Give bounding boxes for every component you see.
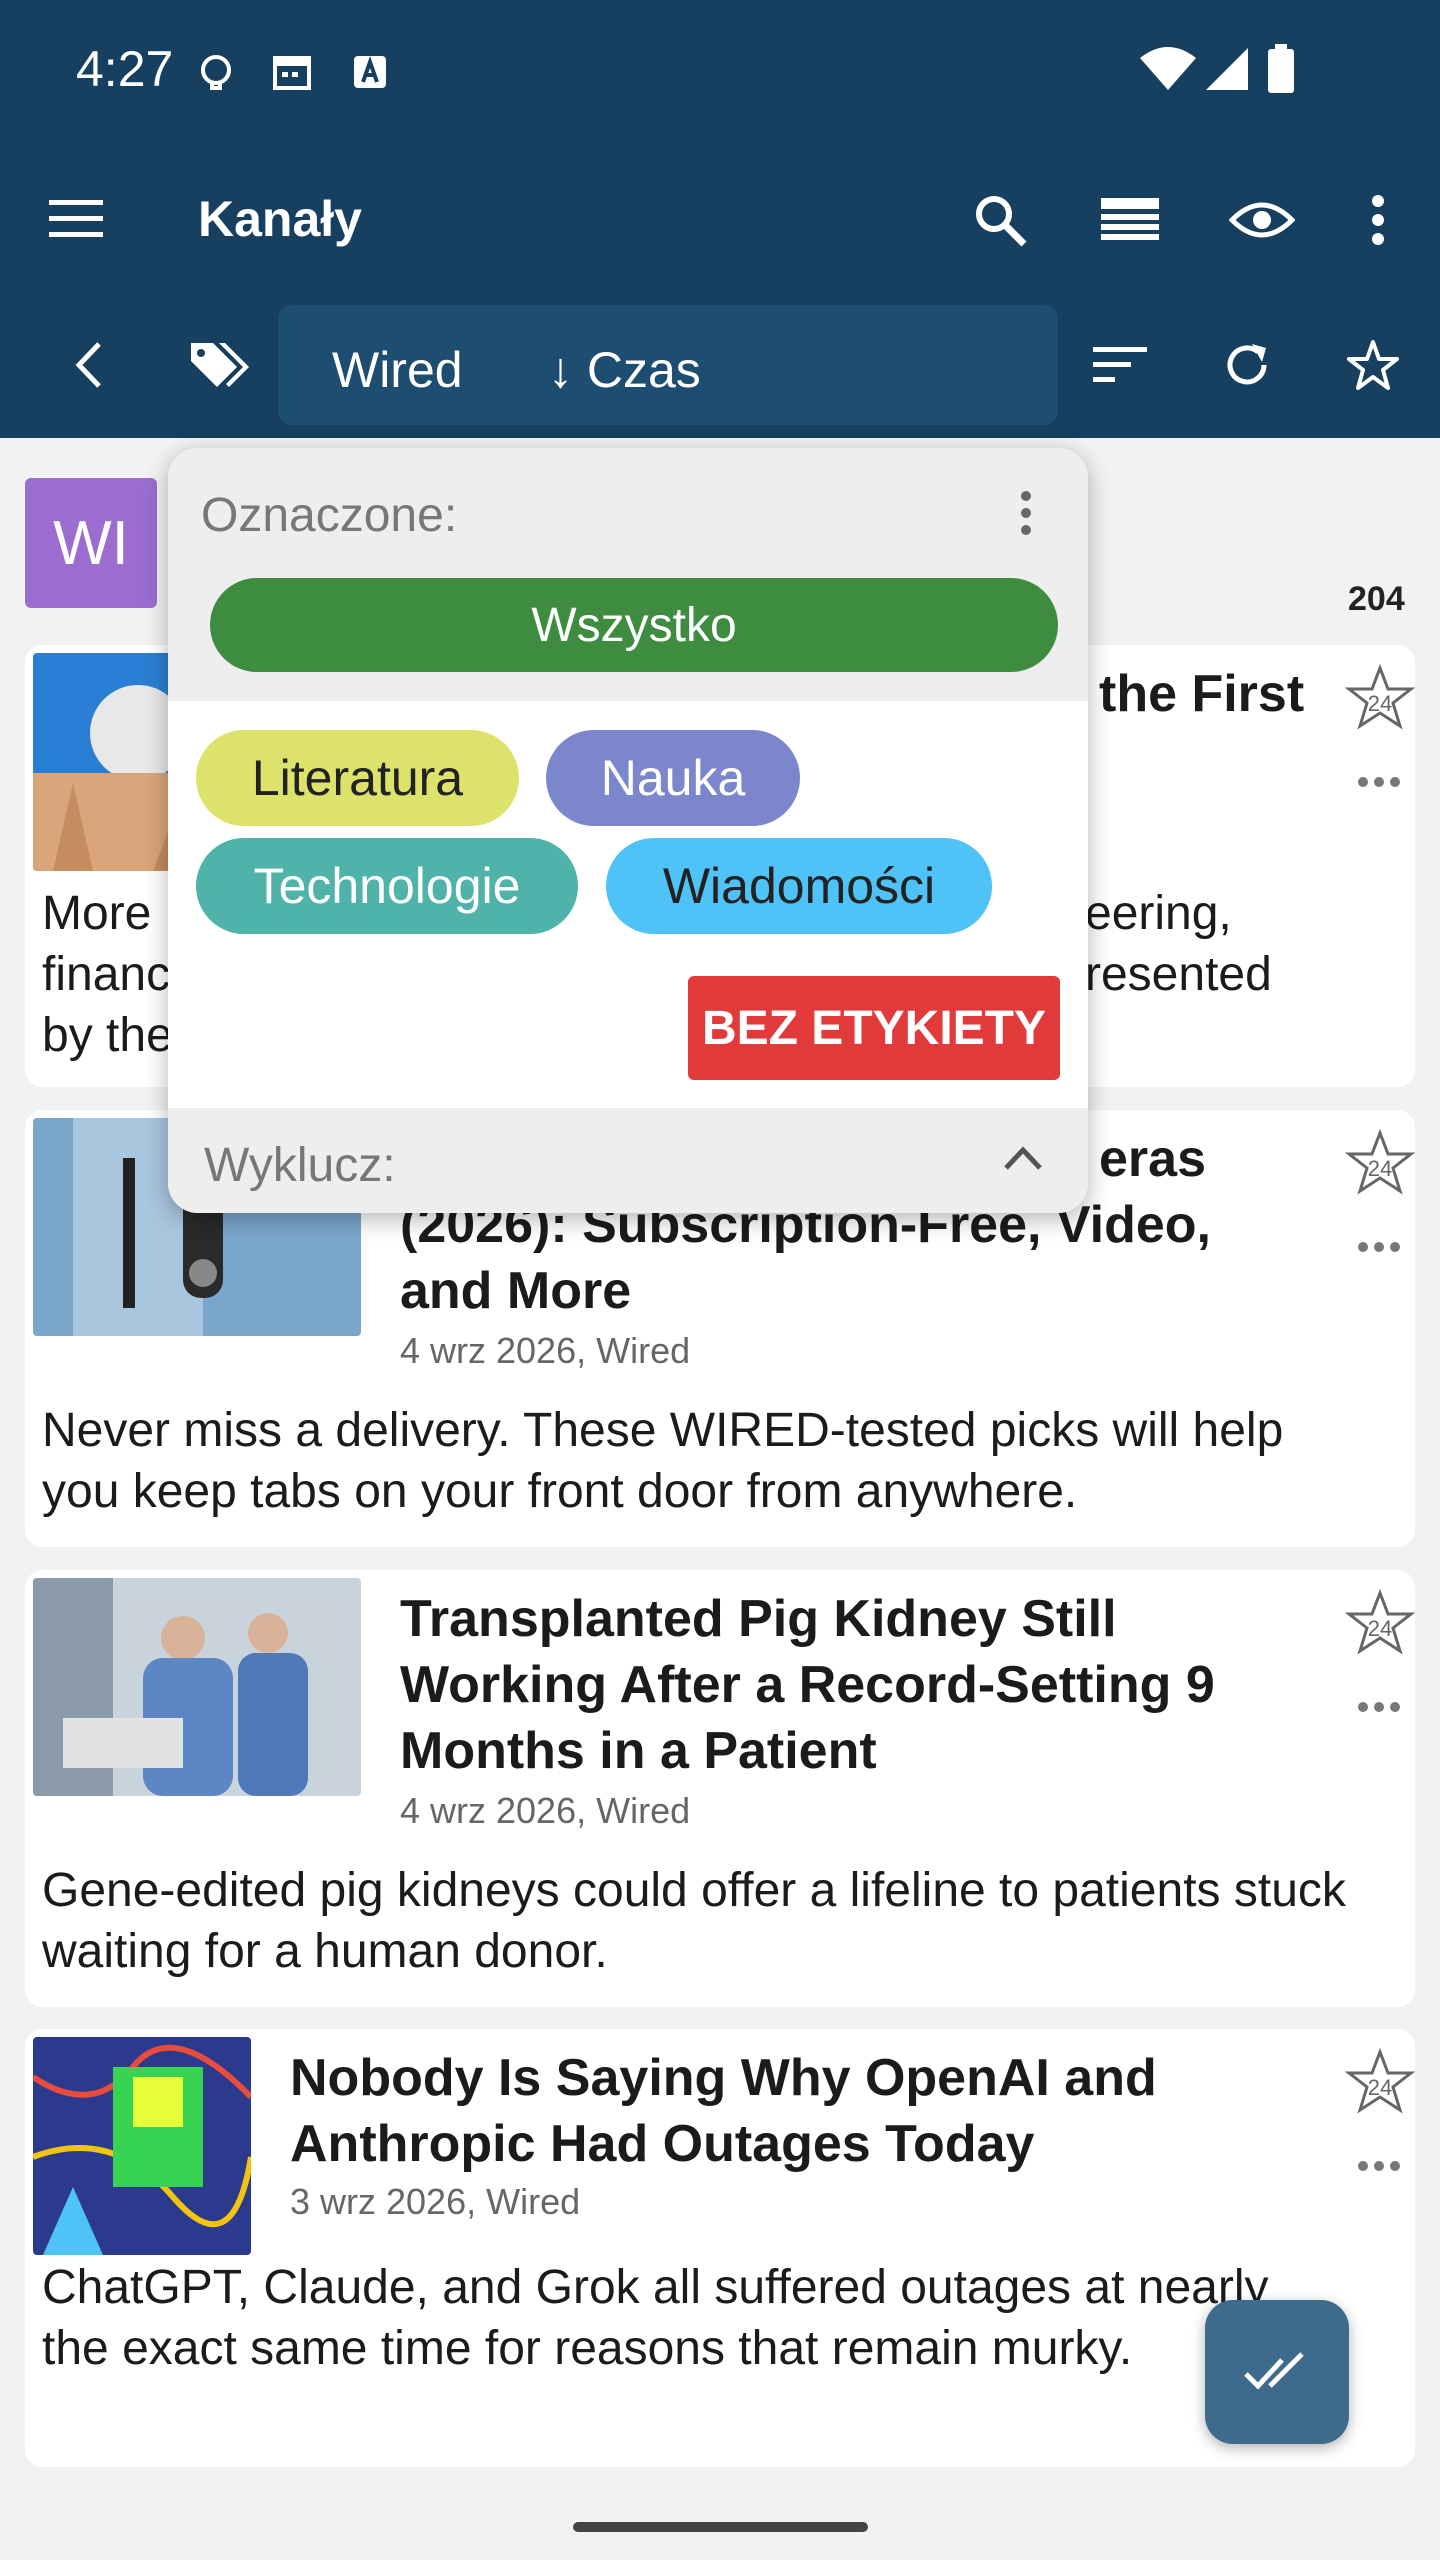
star-24h-icon[interactable]: 24 [1345, 1128, 1415, 1198]
article-meta: 3 wrz 2026, Wired [290, 2181, 581, 2222]
search-icon [976, 196, 1027, 247]
svg-text:24: 24 [1368, 691, 1392, 716]
mark-all-read-button[interactable] [1205, 2300, 1349, 2444]
signal-icon [1206, 48, 1248, 90]
svg-text:24: 24 [1368, 2075, 1392, 2100]
top-bar: 4:27 Kanały Wired ↓ Czas [0, 0, 1440, 438]
article-card[interactable]: Transplanted Pig Kidney Still Working Af… [25, 1570, 1415, 2007]
show-read-button[interactable] [1220, 180, 1304, 260]
done-all-icon [1244, 2352, 1304, 2390]
gesture-nav-handle[interactable] [573, 2522, 868, 2532]
svg-text:24: 24 [1368, 1156, 1392, 1181]
view-mode-button[interactable] [1090, 180, 1170, 260]
sort-icon [1093, 347, 1147, 382]
untagged-button[interactable]: BEZ ETYKIETY [688, 976, 1060, 1080]
article-summary: Never miss a delivery. These WIRED-teste… [42, 1404, 1284, 1518]
article-summary-right: eering, resented [1085, 883, 1375, 1005]
list-view-icon [1101, 198, 1159, 240]
article-thumbnail[interactable] [33, 2037, 251, 2255]
app-a-notification-icon [354, 55, 386, 88]
favorite-button[interactable] [1338, 330, 1408, 400]
overflow-menu-button[interactable] [1358, 180, 1398, 260]
sort-label: ↓ Czas [548, 342, 701, 398]
include-label: Oznaczone: [201, 489, 458, 542]
menu-button[interactable] [40, 182, 112, 254]
more-vert-icon [1372, 195, 1384, 245]
status-bar: 4:27 [0, 0, 1440, 145]
more-horiz-icon[interactable] [1357, 775, 1401, 789]
tag-filter-popup: Oznaczone: Wszystko Literatura Nauka Tec… [168, 448, 1088, 1213]
brain-notification-icon [201, 55, 231, 90]
more-horiz-icon[interactable] [1357, 1700, 1401, 1714]
more-horiz-icon[interactable] [1357, 2159, 1401, 2173]
summary-line: resented [1085, 948, 1272, 1001]
tags-icon [191, 343, 249, 387]
article-thumbnail[interactable] [33, 1578, 361, 1796]
exclude-label: Wyklucz: [204, 1139, 396, 1192]
page-title: Kanały [198, 191, 362, 247]
search-button[interactable] [960, 180, 1040, 260]
back-button[interactable] [58, 330, 118, 400]
battery-icon [1268, 44, 1294, 93]
eye-icon [1229, 202, 1295, 238]
sort-button[interactable] [1085, 330, 1155, 400]
star-24h-icon[interactable]: 24 [1345, 1588, 1415, 1658]
tag-chip-literatura[interactable]: Literatura [196, 730, 519, 826]
tag-chip-technologie[interactable]: Technologie [196, 838, 578, 934]
article-title[interactable]: Transplanted Pig Kidney Still Working Af… [400, 1586, 1300, 1784]
feed-avatar[interactable]: WI [25, 478, 157, 608]
more-horiz-icon[interactable] [1357, 1240, 1401, 1254]
tag-chip-nauka[interactable]: Nauka [546, 730, 800, 826]
article-meta: 4 wrz 2026, Wired [400, 1330, 691, 1371]
summary-line: eering, [1085, 887, 1232, 940]
status-time: 4:27 [76, 41, 174, 97]
chevron-left-icon [75, 342, 101, 388]
more-vert-icon[interactable] [1014, 488, 1038, 538]
article-title-partial[interactable]: eras [1099, 1126, 1359, 1192]
hamburger-icon [49, 200, 103, 237]
article-summary: ChatGPT, Claude, and Grok all suffered o… [42, 2261, 1269, 2375]
wifi-icon [1140, 47, 1196, 90]
tag-chip-wiadomosci[interactable]: Wiadomości [606, 838, 992, 934]
chevron-up-icon[interactable] [998, 1138, 1048, 1178]
feed-filter-chip[interactable]: Wired ↓ Czas [278, 305, 1058, 425]
star-24h-icon[interactable]: 24 [1345, 2047, 1415, 2117]
unread-count: 204 [1348, 580, 1405, 618]
feed-name: Wired [332, 342, 463, 398]
svg-text:24: 24 [1368, 1616, 1392, 1641]
article-title[interactable]: the First [1099, 661, 1359, 727]
all-tags-button[interactable]: Wszystko [210, 578, 1058, 672]
refresh-button[interactable] [1212, 330, 1282, 400]
article-summary: Gene-edited pig kidneys could offer a li… [42, 1864, 1346, 1978]
refresh-icon [1227, 344, 1267, 385]
tags-button[interactable] [185, 330, 255, 400]
star-outline-icon [1347, 340, 1399, 390]
star-24h-icon[interactable]: 24 [1345, 663, 1415, 733]
article-title[interactable]: Nobody Is Saying Why OpenAI and Anthropi… [290, 2045, 1290, 2177]
calendar-notification-icon [273, 56, 311, 90]
article-meta: 4 wrz 2026, Wired [400, 1790, 691, 1831]
